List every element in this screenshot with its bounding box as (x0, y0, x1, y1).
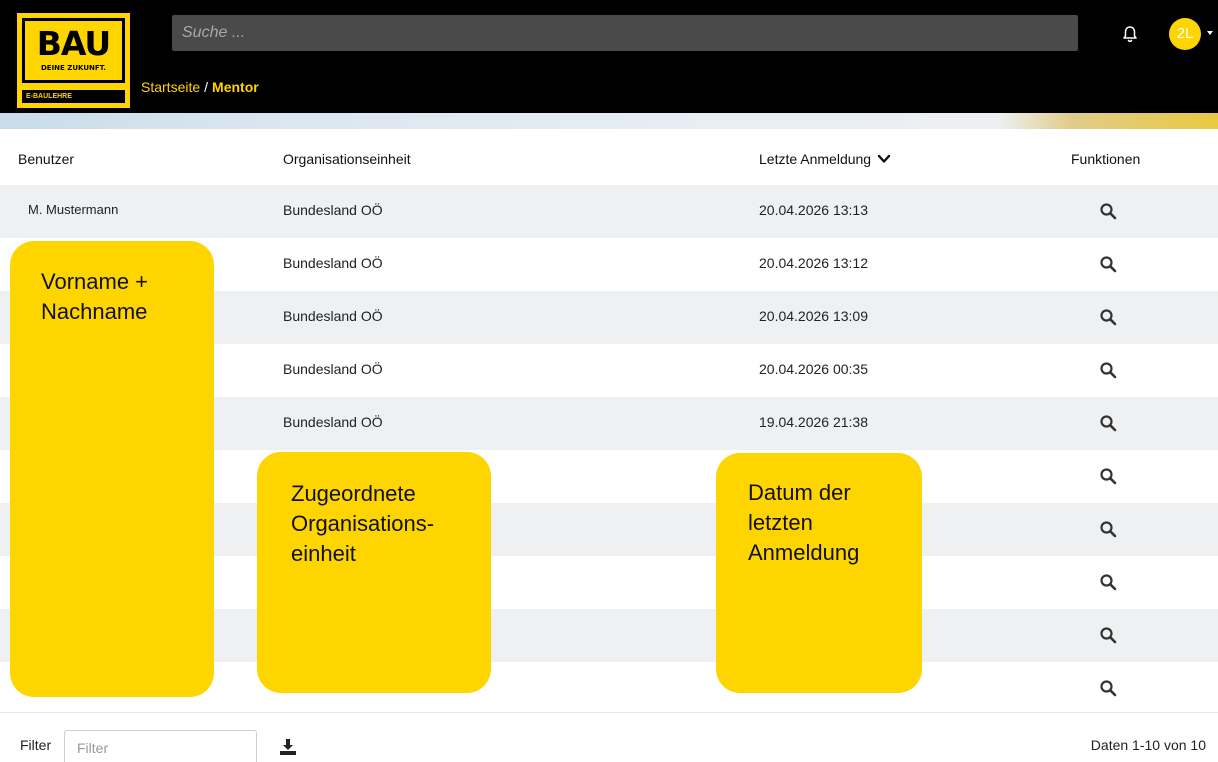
cell-last-login: 20.04.2026 13:09 (759, 308, 868, 324)
search-icon[interactable] (1099, 467, 1117, 485)
filter-input[interactable] (64, 730, 257, 762)
table-footer: Filter Daten 1-10 von 10 (0, 712, 1218, 762)
cell-org: Bundesland OÖ (283, 202, 383, 218)
annotation-callout-org: Zugeordnete Organisations- einheit (257, 452, 491, 693)
cell-last-login: 19.04.2026 21:38 (759, 414, 868, 430)
annotation-callout-name: Vorname + Nachname (10, 241, 214, 697)
cell-last-login: 20.04.2026 13:12 (759, 255, 868, 271)
caret-down-icon[interactable] (1207, 31, 1213, 35)
cell-org: Bundesland OÖ (283, 255, 383, 271)
search-icon[interactable] (1099, 414, 1117, 432)
search-icon[interactable] (1099, 308, 1117, 326)
logo-frame: BAU DEINE ZUKUNFT. (22, 18, 125, 83)
search-icon[interactable] (1099, 520, 1117, 538)
column-header-org[interactable]: Organisationseinheit (283, 134, 411, 184)
chevron-down-icon[interactable] (877, 152, 891, 166)
cell-last-login: 20.04.2026 00:35 (759, 361, 868, 377)
table-header: Benutzer Organisationseinheit Letzte Anm… (0, 134, 1218, 184)
filter-label: Filter (20, 737, 52, 753)
cell-org: Bundesland OÖ (283, 361, 383, 377)
search-icon[interactable] (1099, 202, 1117, 220)
breadcrumb-home-link[interactable]: Startseite (141, 79, 200, 95)
cell-org: Bundesland OÖ (283, 414, 383, 430)
logo-tagline: DEINE ZUKUNFT. (40, 64, 107, 72)
column-header-last-login-label: Letzte Anmeldung (759, 151, 872, 167)
search-icon[interactable] (1099, 361, 1117, 379)
column-header-functions: Funktionen (1071, 151, 1141, 167)
header-banner-strip (0, 113, 1218, 129)
search-input[interactable] (172, 15, 1078, 51)
cell-last-login: 20.04.2026 13:13 (759, 202, 868, 218)
pagination-count: Daten 1-10 von 10 (1090, 737, 1206, 753)
annotation-callout-date: Datum der letzten Anmeldung (716, 453, 922, 693)
download-icon[interactable] (278, 737, 298, 757)
cell-user: M. Mustermann (28, 202, 119, 217)
bau-logo[interactable]: BAU DEINE ZUKUNFT. E-BAULEHRE (17, 13, 130, 108)
breadcrumb-current: Mentor (212, 79, 259, 95)
search-icon[interactable] (1099, 255, 1117, 273)
search-icon[interactable] (1099, 626, 1117, 644)
app-header: BAU DEINE ZUKUNFT. E-BAULEHRE 2L Startse… (0, 0, 1218, 113)
bell-icon[interactable] (1120, 24, 1140, 44)
column-header-user[interactable]: Benutzer (18, 134, 74, 184)
cell-org: Bundesland OÖ (283, 308, 383, 324)
breadcrumb-separator: / (204, 79, 209, 95)
table-row[interactable]: M. Mustermann Bundesland OÖ 20.04.2026 1… (0, 185, 1218, 238)
column-header-last-login[interactable]: Letzte Anmeldung (759, 134, 891, 184)
breadcrumb: Startseite / Mentor (141, 79, 259, 95)
user-avatar[interactable]: 2L (1169, 18, 1201, 50)
search-icon[interactable] (1099, 679, 1117, 697)
search-bar[interactable] (172, 15, 1078, 51)
search-icon[interactable] (1099, 573, 1117, 591)
logo-wordmark: BAU (36, 24, 111, 63)
logo-subtitle: E-BAULEHRE (22, 90, 125, 103)
